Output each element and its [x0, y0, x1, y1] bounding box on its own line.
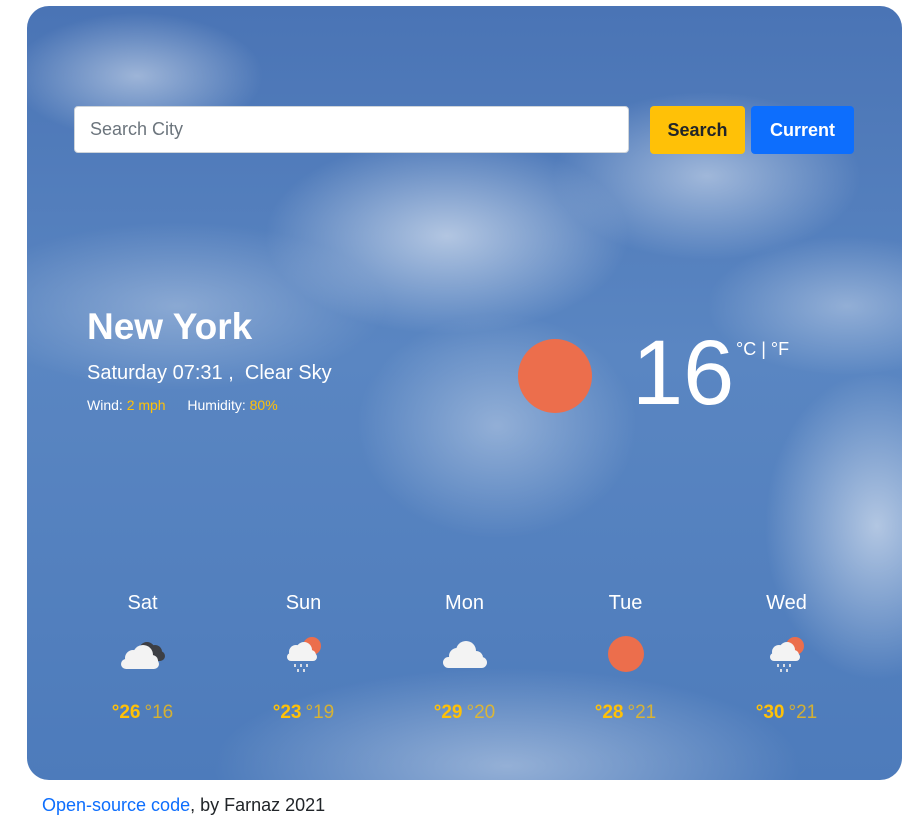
humidity-value: 80%	[249, 397, 278, 413]
forecast-temps: °30 °21	[706, 702, 867, 724]
forecast-day-name: Tue	[608, 592, 643, 614]
celsius-link[interactable]: °C	[736, 339, 756, 359]
weather-description: Clear Sky	[244, 362, 332, 384]
forecast-max: °29	[433, 702, 463, 723]
wind-label: Wind:	[87, 397, 123, 413]
fahrenheit-link[interactable]: °F	[771, 339, 789, 359]
forecast-day-name: Mon	[445, 592, 484, 614]
forecast-min: °20	[466, 702, 496, 723]
forecast-day: Mon °29 °20	[384, 590, 545, 724]
forecast-day: Wed °30 °21	[706, 590, 867, 724]
forecast-day-name: Wed	[766, 592, 807, 614]
forecast-max: °30	[755, 702, 785, 723]
forecast-day: Sun °23 °19	[223, 590, 384, 724]
dark-cloud-icon	[120, 642, 165, 669]
unit-toggle: °C | °F	[736, 339, 789, 360]
forecast-temps: °23 °19	[223, 702, 384, 724]
search-button[interactable]: Search	[650, 106, 745, 154]
sun-icon	[518, 339, 592, 413]
cloud-icon	[442, 641, 487, 668]
forecast-max: °23	[272, 702, 302, 723]
source-code-link[interactable]: Open-source code	[42, 795, 190, 815]
forecast-max: °26	[111, 702, 141, 723]
forecast-temps: °26 °16	[62, 702, 223, 724]
forecast-day-name: Sat	[127, 592, 158, 614]
weather-card: Search Current New York Saturday 07:31 ,…	[27, 6, 902, 780]
current-temperature: 16	[632, 322, 735, 424]
search-input[interactable]	[74, 106, 629, 153]
city-name: New York	[87, 306, 253, 347]
forecast-min: °21	[627, 702, 657, 723]
forecast-temps: °29 °20	[384, 702, 545, 724]
forecast: Sat °26 °16 Sun °23 °19 Mon °29 °20 Tue …	[62, 590, 867, 724]
date-description: Saturday 07:31 , Clear Sky	[87, 362, 332, 385]
forecast-min: °19	[305, 702, 335, 723]
footer: Open-source code, by Farnaz 2021	[42, 795, 325, 816]
forecast-min: °16	[144, 702, 174, 723]
unit-separator: |	[761, 339, 766, 359]
footer-credit: , by Farnaz 2021	[190, 795, 326, 815]
sun-rain-cloud-icon	[769, 637, 804, 672]
wind-value: 2 mph	[126, 397, 166, 413]
humidity-label: Humidity:	[187, 397, 246, 413]
forecast-day: Sat °26 °16	[62, 590, 223, 724]
day-time: Saturday 07:31 ,	[87, 362, 234, 384]
sun-icon	[607, 636, 644, 672]
forecast-max: °28	[594, 702, 624, 723]
current-location-button[interactable]: Current	[751, 106, 854, 154]
weather-details: Wind: 2 mph Humidity: 80%	[87, 397, 278, 413]
forecast-day-name: Sun	[285, 592, 322, 614]
sun-rain-cloud-icon	[286, 637, 321, 672]
forecast-day: Tue °28 °21	[545, 590, 706, 724]
forecast-temps: °28 °21	[545, 702, 706, 724]
forecast-min: °21	[788, 702, 818, 723]
